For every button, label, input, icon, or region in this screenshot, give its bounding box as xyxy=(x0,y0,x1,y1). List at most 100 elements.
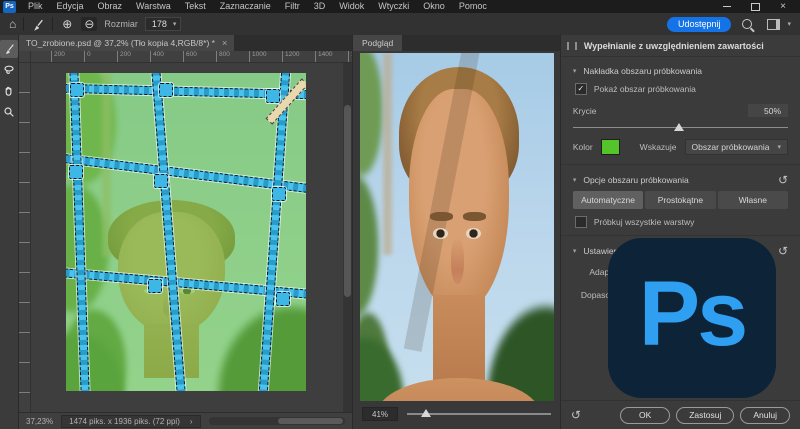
tool-strip xyxy=(0,35,19,429)
sampling-brush-tool[interactable] xyxy=(0,40,18,58)
menu-okno[interactable]: Okno xyxy=(416,0,452,13)
ruler-tick: 400 xyxy=(150,51,183,62)
net-knot xyxy=(276,292,290,306)
zoom-tool[interactable] xyxy=(0,103,18,121)
overlay-color-swatch[interactable] xyxy=(601,139,620,155)
opacity-slider-thumb[interactable] xyxy=(674,123,684,131)
opacity-slider[interactable] xyxy=(573,122,788,133)
mode-auto-button[interactable]: Automatyczne xyxy=(573,191,643,209)
sample-all-layers-checkbox[interactable] xyxy=(575,216,587,228)
menu-warstwa[interactable]: Warstwa xyxy=(129,0,178,13)
document-canvas[interactable] xyxy=(31,63,343,412)
sample-all-layers-label: Próbkuj wszystkie warstwy xyxy=(594,217,695,227)
panel-grip-icon[interactable] xyxy=(567,42,577,50)
net-knot xyxy=(148,279,162,293)
subtract-from-sampling-icon[interactable]: ⊖ xyxy=(81,17,97,31)
document-tab[interactable]: TO_zrobione.psd @ 37,2% (Tło kopia 4,RGB… xyxy=(19,35,234,51)
show-sampling-checkbox[interactable]: ✓ xyxy=(575,83,587,95)
preview-zoom-slider-thumb[interactable] xyxy=(421,409,431,417)
preview-zoom-value[interactable]: 41% xyxy=(362,407,398,421)
reset-icon[interactable]: ↺ xyxy=(778,245,788,257)
ruler-tick: 600 xyxy=(183,51,216,62)
hand-tool[interactable] xyxy=(0,82,18,100)
mode-custom-button[interactable]: Własne xyxy=(718,191,788,209)
preview-panel: Podgląd xyxy=(353,35,561,429)
panel-title-bar: Wypełnianie z uwzględnieniem zawartości xyxy=(561,35,800,57)
brush-tool-preset-icon[interactable] xyxy=(31,18,45,31)
divider xyxy=(561,235,800,236)
horizontal-scrollbar-thumb[interactable] xyxy=(278,418,343,424)
menu-wtyczki[interactable]: Wtyczki xyxy=(371,0,416,13)
sampling-section-header[interactable]: ▾ Opcje obszaru próbkowania ↺ xyxy=(573,174,788,186)
menu-plik[interactable]: Plik xyxy=(21,0,50,13)
separator xyxy=(52,17,53,31)
eye xyxy=(433,228,448,239)
horizontal-scrollbar[interactable] xyxy=(209,417,345,425)
panel-footer: ↺ OK Zastosuj Anuluj xyxy=(561,400,800,429)
overlay-section-header[interactable]: ▾ Nakładka obszaru próbkowania xyxy=(573,66,788,76)
mode-rectangular-button[interactable]: Prostokątne xyxy=(645,191,715,209)
photoshop-logo: Ps xyxy=(608,238,776,398)
vertical-scrollbar-thumb[interactable] xyxy=(344,105,351,297)
show-sampling-area-row[interactable]: ✓ Pokaż obszar próbkowania xyxy=(573,83,788,95)
minimize-icon[interactable] xyxy=(723,6,731,7)
overlay-section-title: Nakładka obszaru próbkowania xyxy=(583,66,702,76)
indicates-dropdown[interactable]: Obszar próbkowania ▾ xyxy=(685,139,788,155)
photo-scene xyxy=(360,53,554,401)
options-bar: ⌂ ⊕ ⊖ Rozmiar 178 ▾ Udostępnij ▾ xyxy=(0,13,800,36)
share-button[interactable]: Udostępnij xyxy=(667,17,732,32)
tab-close-icon[interactable]: × xyxy=(222,38,227,48)
net-knot xyxy=(70,83,84,97)
menu-zaznaczanie[interactable]: Zaznaczanie xyxy=(213,0,278,13)
close-icon[interactable]: × xyxy=(780,2,786,12)
sample-all-layers-row[interactable]: Próbkuj wszystkie warstwy xyxy=(573,216,788,228)
panel-title: Wypełnianie z uwzględnieniem zawartości xyxy=(584,41,764,51)
opacity-label: Krycie xyxy=(573,106,597,116)
menu-obraz[interactable]: Obraz xyxy=(91,0,130,13)
menu-widok[interactable]: Widok xyxy=(332,0,371,13)
menu-filtr[interactable]: Filtr xyxy=(278,0,307,13)
preview-image[interactable] xyxy=(360,53,554,401)
sampling-section-title: Opcje obszaru próbkowania xyxy=(583,175,688,185)
menu-3d[interactable]: 3D xyxy=(307,0,333,13)
reset-icon[interactable]: ↺ xyxy=(778,174,788,186)
eyebrow xyxy=(463,212,486,221)
vertical-scrollbar[interactable] xyxy=(343,63,352,412)
preview-tab[interactable]: Podgląd xyxy=(353,35,402,51)
net-knot xyxy=(266,89,280,103)
search-icon[interactable] xyxy=(742,19,752,29)
cancel-button[interactable]: Anuluj xyxy=(740,407,790,424)
chevron-down-icon[interactable]: ▾ xyxy=(787,20,791,28)
ruler-tick: 1600 xyxy=(348,51,352,62)
opacity-value[interactable]: 50% xyxy=(748,104,788,117)
lasso-tool[interactable] xyxy=(0,61,18,79)
zoom-percentage[interactable]: 37,23% xyxy=(26,417,53,426)
home-icon[interactable]: ⌂ xyxy=(9,18,16,30)
ruler-corner xyxy=(19,51,31,62)
menu-edycja[interactable]: Edycja xyxy=(50,0,91,13)
separator xyxy=(23,17,24,31)
overlay-color-row: Kolor Wskazuje Obszar próbkowania ▾ xyxy=(573,139,788,155)
reset-all-icon[interactable]: ↺ xyxy=(571,409,581,421)
ok-button[interactable]: OK xyxy=(620,407,670,424)
preview-zoom-bar: 41% xyxy=(353,405,560,429)
ruler-tick: 1400 xyxy=(315,51,348,62)
workspace-switcher-icon[interactable] xyxy=(767,19,780,30)
shoulders xyxy=(377,378,540,401)
chevron-down-icon: ▾ xyxy=(573,176,577,184)
apply-button[interactable]: Zastosuj xyxy=(676,407,734,424)
menu-tekst[interactable]: Tekst xyxy=(178,0,213,13)
document-dimensions-box[interactable]: 1474 piks. x 1936 piks. (72 ppi) › xyxy=(61,415,200,428)
opacity-row: Krycie 50% xyxy=(573,104,788,117)
color-label: Kolor xyxy=(573,142,593,152)
document-tab-title: TO_zrobione.psd @ 37,2% (Tło kopia 4,RGB… xyxy=(26,38,215,48)
chevron-down-icon: ▾ xyxy=(573,67,577,75)
restore-icon[interactable] xyxy=(751,3,760,11)
document-tab-bar: TO_zrobione.psd @ 37,2% (Tło kopia 4,RGB… xyxy=(19,35,352,51)
menu-pomoc[interactable]: Pomoc xyxy=(452,0,494,13)
eye xyxy=(466,228,481,239)
source-image-with-overlay[interactable] xyxy=(66,73,306,391)
add-to-sampling-icon[interactable]: ⊕ xyxy=(60,18,74,30)
brush-size-input[interactable]: 178 ▾ xyxy=(145,17,182,31)
preview-zoom-slider[interactable] xyxy=(407,413,551,415)
